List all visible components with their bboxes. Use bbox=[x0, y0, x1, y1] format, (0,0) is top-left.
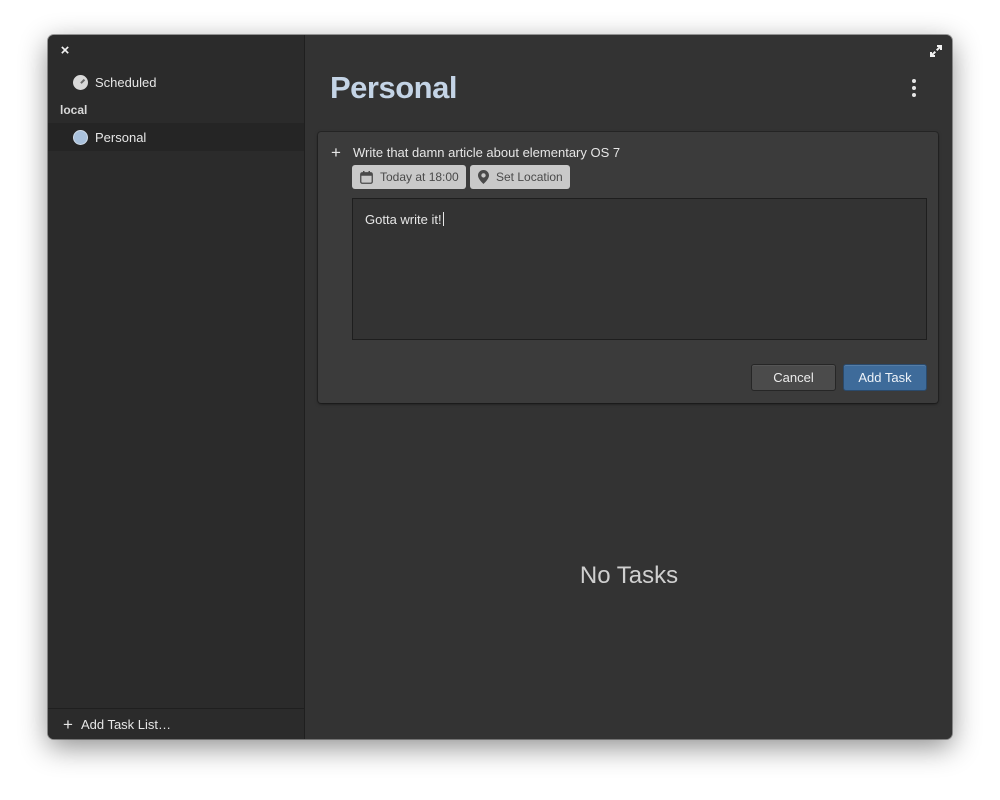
add-task-list-label: Add Task List… bbox=[80, 716, 172, 732]
sidebar-section-heading: local bbox=[60, 103, 88, 117]
close-button[interactable]: × bbox=[58, 43, 72, 59]
add-task-button[interactable]: Add Task bbox=[843, 364, 927, 391]
sidebar-item-scheduled[interactable]: Scheduled bbox=[48, 68, 304, 96]
task-title-input[interactable]: Write that damn article about elementary… bbox=[353, 145, 620, 160]
dot bbox=[912, 86, 916, 90]
fullscreen-icon[interactable] bbox=[928, 43, 944, 59]
more-options-button[interactable] bbox=[904, 79, 924, 99]
due-date-button[interactable]: Today at 18:00 bbox=[352, 165, 466, 189]
plus-icon: + bbox=[331, 143, 341, 162]
sidebar-item-label: Scheduled bbox=[95, 74, 157, 90]
set-location-button[interactable]: Set Location bbox=[470, 165, 570, 189]
text-cursor bbox=[442, 212, 444, 226]
task-notes-textarea[interactable]: Gotta write it! bbox=[352, 198, 927, 340]
new-task-card: + Write that damn article about elementa… bbox=[318, 132, 938, 403]
dot bbox=[912, 93, 916, 97]
page-title: Personal bbox=[330, 70, 457, 105]
cancel-button[interactable]: Cancel bbox=[751, 364, 836, 391]
set-location-label: Set Location bbox=[496, 170, 563, 184]
dot bbox=[912, 79, 916, 83]
sidebar-item-personal[interactable]: Personal bbox=[48, 123, 304, 151]
task-notes-text: Gotta write it! bbox=[365, 212, 442, 227]
app-window: × Scheduled local Personal + Add Task Li… bbox=[48, 35, 952, 739]
plus-icon: + bbox=[63, 714, 73, 734]
calendar-icon bbox=[360, 170, 373, 184]
sidebar-item-label: Personal bbox=[95, 129, 147, 145]
sidebar: × Scheduled local Personal + Add Task Li… bbox=[48, 35, 305, 739]
add-task-list-button[interactable]: + Add Task List… bbox=[48, 708, 304, 739]
empty-state-label: No Tasks bbox=[579, 562, 679, 589]
location-pin-icon bbox=[478, 170, 489, 184]
clock-icon bbox=[73, 74, 88, 90]
due-date-label: Today at 18:00 bbox=[380, 170, 459, 184]
main-panel: Personal + Write that damn article about… bbox=[306, 35, 952, 739]
circle-icon bbox=[73, 129, 88, 145]
